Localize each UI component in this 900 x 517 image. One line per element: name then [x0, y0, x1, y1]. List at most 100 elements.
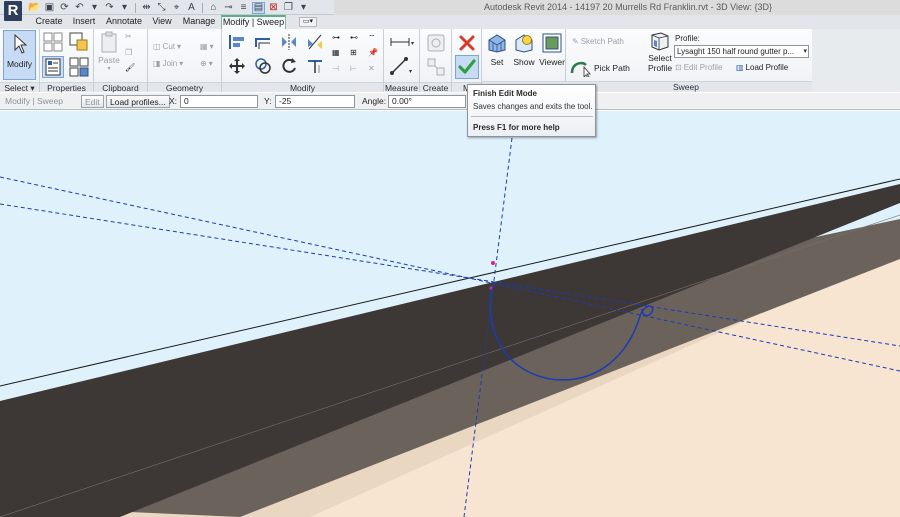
- tab-manage[interactable]: Manage: [178, 15, 220, 29]
- modify-button[interactable]: Modify: [3, 30, 36, 80]
- type-properties-icon[interactable]: [42, 31, 64, 53]
- quick-access-toolbar: 📂 ▣ ⟳ ↶ ▾ ↷ ▾ ⇹ ⤡ ⌖ A ⌂ ⊸ ≡ ▤ ⊠ ❐ ▾: [28, 1, 310, 14]
- set-label: Set: [490, 57, 504, 67]
- edit-profile-icon: ⊡: [675, 63, 682, 72]
- properties-palette-icon[interactable]: [42, 56, 64, 78]
- cut-button[interactable]: ✂: [125, 32, 132, 41]
- switch-windows-icon[interactable]: ▤: [252, 1, 265, 14]
- x-offset-input[interactable]: 0: [180, 95, 258, 108]
- move-icon[interactable]: [228, 57, 246, 75]
- 3d-view-canvas[interactable]: [0, 111, 900, 517]
- create-group-icon[interactable]: [426, 56, 446, 78]
- undo-dropdown-icon[interactable]: ▾: [88, 2, 101, 14]
- select-profile-button[interactable]: Select Profile: [646, 31, 674, 73]
- chevron-down-icon: ▾: [107, 66, 111, 72]
- sync-icon[interactable]: ⟳: [58, 2, 71, 14]
- edit-button[interactable]: Edit: [81, 95, 104, 108]
- load-profile-label: Load Profile: [745, 63, 789, 72]
- family-types-icon[interactable]: [68, 31, 90, 53]
- open-icon[interactable]: 📂: [28, 2, 41, 14]
- profile-origin-point[interactable]: [489, 286, 493, 290]
- copy-button[interactable]: ❐: [125, 48, 132, 57]
- save-icon[interactable]: ▣: [43, 2, 56, 14]
- mirror-pick-axis-icon[interactable]: [280, 33, 298, 51]
- wall-joins-button[interactable]: ⊕ ▾: [200, 59, 213, 68]
- rotate-icon[interactable]: [280, 57, 298, 75]
- title-bar: R ▾ 📂 ▣ ⟳ ↶ ▾ ↷ ▾ ⇹ ⤡ ⌖ A ⌂ ⊸ ≡ ▤ ⊠ ❐ ▾ …: [0, 0, 900, 23]
- cancel-edit-mode-button[interactable]: [456, 32, 478, 54]
- pin-icon[interactable]: 📌: [368, 48, 378, 57]
- load-profiles-button[interactable]: Load profiles...: [106, 95, 170, 108]
- join-button[interactable]: ◨ Join ▾: [153, 59, 183, 68]
- customize-toolbar-icon[interactable]: ▾: [297, 2, 310, 14]
- trim-single-icon[interactable]: ⊢: [350, 64, 357, 73]
- undo-icon[interactable]: ↶: [73, 2, 86, 14]
- tab-insert[interactable]: Insert: [68, 15, 100, 29]
- angle-input[interactable]: 0.00°: [388, 95, 466, 108]
- minimize-ribbon-button[interactable]: ▭▾: [299, 17, 317, 27]
- thin-lines-icon[interactable]: ≡: [237, 2, 250, 14]
- redo-dropdown-icon[interactable]: ▾: [118, 2, 131, 14]
- edit-profile-button[interactable]: ⊡ Edit Profile: [675, 63, 722, 72]
- cut-geometry-button[interactable]: ◫ Cut ▾: [153, 42, 181, 51]
- sweep-path-point[interactable]: [491, 261, 495, 265]
- profile-dropdown[interactable]: Lysaght 150 half round gutter p... ▾: [674, 45, 809, 58]
- panel-label-select[interactable]: Select ▾: [0, 82, 39, 93]
- text-icon[interactable]: A: [185, 2, 198, 14]
- match-type-button[interactable]: 🖌: [125, 63, 135, 72]
- unpin-icon[interactable]: ⌔: [368, 33, 376, 43]
- tab-modify-sweep[interactable]: Modify | Sweep: [221, 15, 286, 30]
- delete-icon[interactable]: ✕: [368, 64, 375, 73]
- y-offset-input[interactable]: -25: [275, 95, 355, 108]
- tooltip-help: Press F1 for more help: [473, 123, 560, 132]
- copy-element-icon[interactable]: [254, 57, 272, 75]
- window-icon[interactable]: ❐: [282, 2, 295, 14]
- offset-icon[interactable]: [254, 33, 272, 51]
- show-work-plane-button[interactable]: Show: [511, 32, 537, 67]
- panel-label-modify: Modify: [222, 82, 383, 93]
- profile-value: Lysaght 150 half round gutter p...: [677, 47, 795, 56]
- create-similar-icon[interactable]: [426, 32, 446, 54]
- family-category-icon[interactable]: [68, 56, 90, 78]
- load-profile-button[interactable]: ▥ Load Profile: [736, 63, 788, 72]
- trim-multiple-icon[interactable]: ⊣: [332, 64, 339, 73]
- brush-icon: 🖌: [125, 63, 136, 72]
- tag-icon[interactable]: ⌖: [170, 2, 183, 14]
- scale-icon[interactable]: ⊞: [350, 48, 357, 57]
- tab-annotate[interactable]: Annotate: [102, 15, 146, 29]
- measure-icon[interactable]: ⇹: [140, 2, 153, 14]
- tab-create[interactable]: Create: [32, 15, 66, 29]
- cut-icon: ✂: [125, 32, 132, 41]
- default-3d-view-icon[interactable]: ⌂: [207, 2, 220, 14]
- sketch-path-button[interactable]: ✎ Sketch Path: [572, 37, 624, 46]
- ribbon-tabs: Create Insert Annotate View Manage Modif…: [0, 15, 900, 30]
- mirror-draw-axis-icon[interactable]: [306, 33, 324, 51]
- set-work-plane-button[interactable]: Set: [485, 32, 509, 67]
- pick-path-button[interactable]: Pick Path: [570, 59, 630, 77]
- split-element-icon[interactable]: ⊶: [332, 33, 340, 42]
- separator: [471, 116, 593, 117]
- close-hidden-windows-icon[interactable]: ⊠: [267, 2, 280, 14]
- panel-label-clipboard: Clipboard: [94, 82, 147, 93]
- x-label: X:: [169, 96, 178, 106]
- chevron-down-icon: ▾: [803, 48, 807, 55]
- redo-icon[interactable]: ↷: [103, 2, 116, 14]
- measure-between-references-icon[interactable]: ▾: [388, 33, 416, 51]
- split-face-icon: ▦: [200, 42, 208, 51]
- application-menu-button[interactable]: R ▾: [2, 1, 24, 23]
- section-icon[interactable]: ⊸: [222, 2, 235, 14]
- split-with-gap-icon[interactable]: ⊷: [350, 33, 358, 42]
- trim-extend-icon[interactable]: [306, 57, 324, 75]
- chevron-down-icon: ▾: [209, 42, 214, 51]
- work-plane-viewer-button[interactable]: Viewer: [538, 32, 566, 67]
- aligned-dimension-icon[interactable]: ⤡: [155, 2, 168, 14]
- tab-view[interactable]: View: [148, 15, 176, 29]
- finish-edit-mode-button[interactable]: [455, 55, 479, 79]
- load-profile-icon: ▥: [736, 63, 744, 72]
- split-face-button[interactable]: ▦ ▾: [200, 42, 214, 51]
- align-icon[interactable]: [228, 33, 246, 51]
- paste-button[interactable]: Paste ▾: [98, 31, 120, 72]
- 3d-view-graphics: [0, 111, 900, 517]
- array-icon[interactable]: ▦: [332, 48, 340, 57]
- aligned-dimension-icon[interactable]: ▾: [388, 55, 416, 77]
